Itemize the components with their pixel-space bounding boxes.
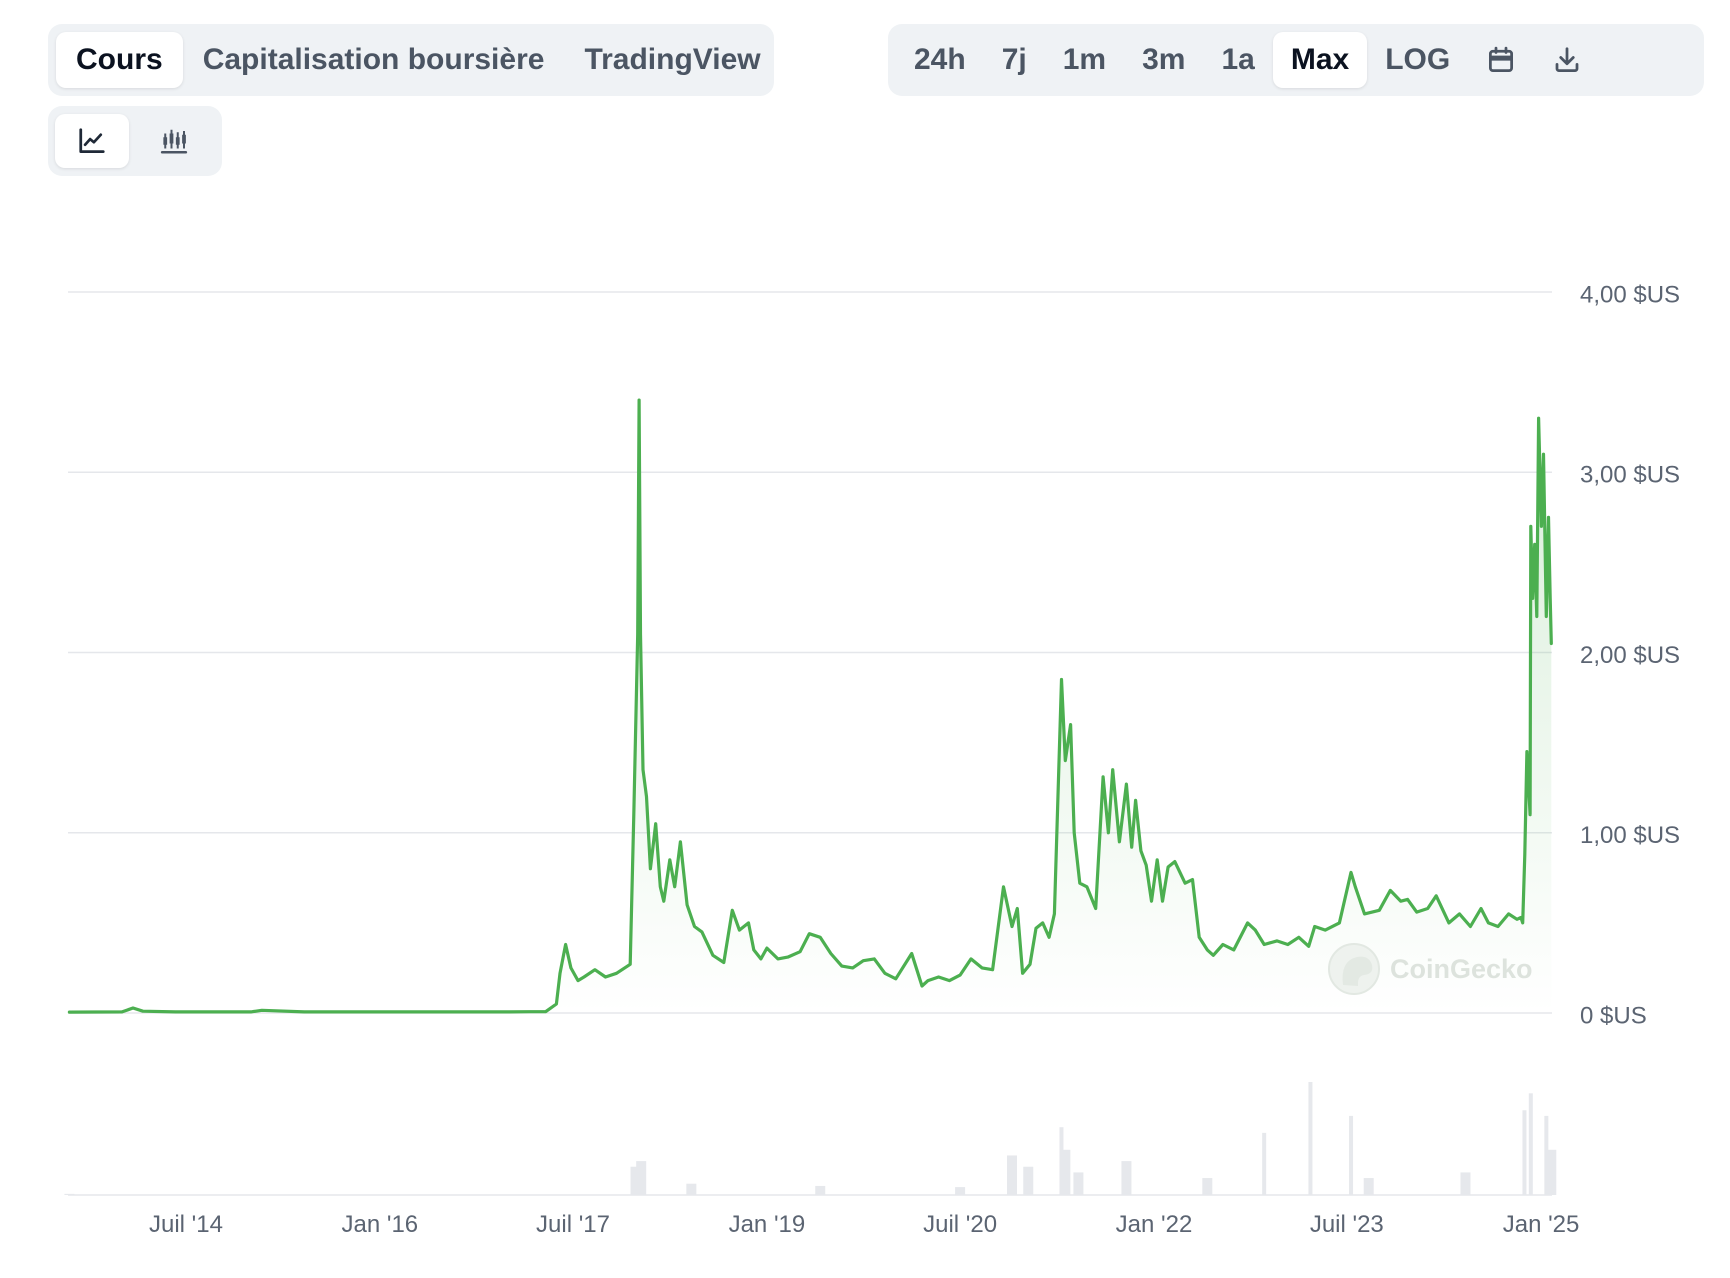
y-tick-label: 4,00 $US bbox=[1580, 281, 1680, 308]
y-tick-label: 3,00 $US bbox=[1580, 462, 1680, 489]
volume-bar bbox=[1121, 1161, 1132, 1195]
volume-bar bbox=[815, 1185, 826, 1195]
volume-bar bbox=[1363, 1178, 1374, 1195]
x-tick-label: Juil '20 bbox=[923, 1211, 997, 1238]
y-tick-label: 2,00 $US bbox=[1580, 642, 1680, 669]
volume-bar bbox=[1023, 1166, 1034, 1195]
y-axis-labels: 0 $US 1,00 $US 2,00 $US 3,00 $US 4,00 $US bbox=[1580, 281, 1680, 1029]
price-area bbox=[69, 400, 1552, 1014]
y-tick-label: 1,00 $US bbox=[1580, 822, 1680, 849]
x-tick-label: Jan '22 bbox=[1116, 1211, 1193, 1238]
x-tick-label: Juil '23 bbox=[1310, 1211, 1384, 1238]
grid-lines bbox=[68, 291, 1552, 1196]
x-tick-label: Juil '14 bbox=[149, 1211, 223, 1238]
y-tick-label: 0 $US bbox=[1580, 1002, 1647, 1029]
volume-bar bbox=[1308, 1082, 1313, 1195]
x-tick-label: Jan '25 bbox=[1503, 1211, 1580, 1238]
volume-bar bbox=[1202, 1178, 1213, 1195]
volume-bar bbox=[1546, 1149, 1557, 1195]
volume-bars bbox=[64, 1082, 1557, 1195]
volume-bar bbox=[1060, 1149, 1071, 1195]
x-tick-label: Jan '16 bbox=[342, 1211, 419, 1238]
volume-bar bbox=[686, 1183, 697, 1195]
x-tick-label: Juil '17 bbox=[536, 1211, 610, 1238]
x-tick-label: Jan '19 bbox=[729, 1211, 806, 1238]
watermark-label: CoinGecko bbox=[1390, 954, 1533, 984]
x-axis-labels: Juil '14 Jan '16 Juil '17 Jan '19 Juil '20 Ja… bbox=[149, 1211, 1579, 1238]
volume-bar bbox=[1007, 1155, 1018, 1195]
volume-bar bbox=[955, 1187, 966, 1195]
volume-bar bbox=[1073, 1172, 1084, 1195]
volume-bar bbox=[636, 1161, 647, 1195]
volume-bar bbox=[1522, 1110, 1527, 1195]
volume-bar bbox=[1262, 1132, 1267, 1195]
volume-bar bbox=[1460, 1172, 1471, 1195]
volume-bar bbox=[1528, 1093, 1533, 1195]
volume-bar bbox=[1349, 1115, 1354, 1195]
volume-bar bbox=[64, 1193, 75, 1195]
price-line bbox=[67, 398, 1553, 1014]
price-chart: CoinGecko 0 $US 1,00 $US 2,00 $US 3,00 $US 4… bbox=[64, 281, 1680, 1238]
